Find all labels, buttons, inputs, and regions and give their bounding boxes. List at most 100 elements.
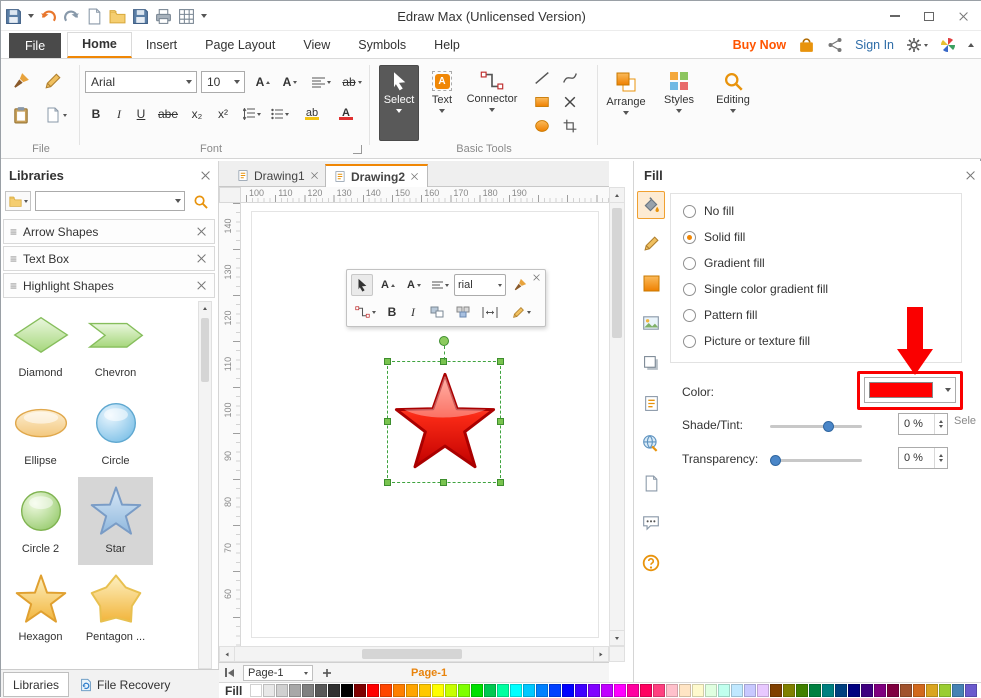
sidebar-shape-style-tool[interactable] xyxy=(639,271,663,295)
resize-handle[interactable] xyxy=(384,479,391,486)
palette-swatch[interactable] xyxy=(861,684,873,697)
delete-tool-button[interactable] xyxy=(557,91,583,113)
library-shape-diamond[interactable]: Diamond xyxy=(3,301,78,389)
palette-swatch[interactable] xyxy=(497,684,509,697)
font-dialog-launcher[interactable] xyxy=(353,145,362,154)
palette-swatch[interactable] xyxy=(302,684,314,697)
radio-icon[interactable] xyxy=(683,335,696,348)
mini-bold-button[interactable]: B xyxy=(382,301,402,323)
mini-align-button[interactable] xyxy=(428,274,452,296)
sidebar-line-tool[interactable] xyxy=(639,231,663,255)
mini-italic-button[interactable]: I xyxy=(404,301,422,323)
highlight-color-button[interactable]: ab xyxy=(297,103,327,125)
mini-shrink-font-button[interactable]: A xyxy=(402,274,426,296)
palette-swatch[interactable] xyxy=(458,684,470,697)
tab-page-layout[interactable]: Page Layout xyxy=(191,32,289,58)
mini-connector-button[interactable] xyxy=(351,301,379,323)
mini-format-painter-button[interactable] xyxy=(509,274,531,296)
sidebar-note-tool[interactable] xyxy=(639,391,663,415)
horizontal-scroll-thumb[interactable] xyxy=(362,649,462,659)
palette-swatch[interactable] xyxy=(289,684,301,697)
spin-up-icon[interactable] xyxy=(939,420,943,423)
gallery-scroll-thumb[interactable] xyxy=(201,318,209,382)
library-shape-circle-2[interactable]: Circle 2 xyxy=(3,477,78,565)
palette-swatch[interactable] xyxy=(536,684,548,697)
transparency-slider-thumb[interactable] xyxy=(770,455,781,466)
palette-swatch[interactable] xyxy=(965,684,977,697)
scroll-up-button[interactable] xyxy=(609,187,625,203)
connector-tool-button[interactable]: Connector xyxy=(463,65,521,141)
shade-value-spinner[interactable]: 0 % xyxy=(898,413,948,435)
collapse-ribbon-icon[interactable] xyxy=(968,43,974,47)
library-shape-hexagon[interactable]: Hexagon xyxy=(3,565,78,653)
document-tab-drawing1[interactable]: Drawing1 xyxy=(229,164,328,187)
format-painter-button[interactable] xyxy=(7,67,35,95)
floating-toolbar-close-button[interactable] xyxy=(530,271,543,284)
page-tab[interactable]: Page-1 xyxy=(243,665,313,681)
search-dropdown-icon[interactable] xyxy=(175,199,181,203)
resize-handle[interactable] xyxy=(384,358,391,365)
transparency-value-spinner[interactable]: 0 % xyxy=(898,447,948,469)
ellipse-tool-button[interactable] xyxy=(529,115,555,137)
palette-swatch[interactable] xyxy=(341,684,353,697)
palette-swatch[interactable] xyxy=(328,684,340,697)
palette-swatch[interactable] xyxy=(380,684,392,697)
library-search-input[interactable] xyxy=(36,193,175,209)
bottom-tab-file-recovery[interactable]: File Recovery xyxy=(75,672,195,697)
mini-shapes-button[interactable] xyxy=(425,301,449,323)
grow-font-button[interactable]: A xyxy=(251,71,275,93)
minimize-button[interactable] xyxy=(882,7,908,25)
palette-swatch[interactable] xyxy=(887,684,899,697)
fill-option-single-color-gradient[interactable]: Single color gradient fill xyxy=(683,278,828,300)
rectangle-tool-button[interactable] xyxy=(529,91,555,113)
italic-button[interactable]: I xyxy=(109,103,129,125)
radio-icon[interactable] xyxy=(683,257,696,270)
palette-swatch[interactable] xyxy=(666,684,678,697)
horizontal-scrollbar[interactable] xyxy=(219,646,609,662)
sidebar-hyperlink-tool[interactable] xyxy=(639,431,663,455)
document-tab-drawing2[interactable]: Drawing2 xyxy=(325,164,428,187)
copy-button[interactable] xyxy=(39,101,73,129)
settings-button[interactable] xyxy=(906,37,928,53)
sign-in-link[interactable]: Sign In xyxy=(855,38,894,52)
palette-swatch[interactable] xyxy=(874,684,886,697)
palette-swatch[interactable] xyxy=(354,684,366,697)
library-shape-circle[interactable]: Circle xyxy=(78,389,153,477)
paste-button[interactable] xyxy=(7,101,35,129)
palette-swatch[interactable] xyxy=(796,684,808,697)
section-close-icon[interactable] xyxy=(197,281,206,290)
resize-handle[interactable] xyxy=(440,479,447,486)
sidebar-comment-tool[interactable] xyxy=(639,511,663,535)
palette-swatch[interactable] xyxy=(809,684,821,697)
palette-swatch[interactable] xyxy=(575,684,587,697)
palette-swatch[interactable] xyxy=(315,684,327,697)
curve-tool-button[interactable] xyxy=(557,67,583,89)
tab-view[interactable]: View xyxy=(289,32,344,58)
tab-insert[interactable]: Insert xyxy=(132,32,191,58)
text-align-button[interactable] xyxy=(307,71,335,93)
palette-swatch[interactable] xyxy=(679,684,691,697)
palette-swatch[interactable] xyxy=(432,684,444,697)
tab-symbols[interactable]: Symbols xyxy=(344,32,420,58)
library-open-button[interactable] xyxy=(5,191,31,211)
palette-swatch[interactable] xyxy=(549,684,561,697)
scroll-down-button[interactable] xyxy=(609,630,625,646)
mini-font-combo[interactable]: rial xyxy=(454,274,506,296)
select-tool-button[interactable]: Select xyxy=(379,65,419,141)
mini-select-button[interactable] xyxy=(351,274,373,296)
close-tab-icon[interactable] xyxy=(311,172,318,179)
add-page-button[interactable] xyxy=(319,666,335,680)
bullet-list-button[interactable] xyxy=(267,103,293,125)
palette-swatch[interactable] xyxy=(744,684,756,697)
library-shape-partial-1[interactable] xyxy=(3,653,78,669)
palette-swatch[interactable] xyxy=(276,684,288,697)
font-family-combo[interactable]: Arial xyxy=(85,71,197,93)
palette-swatch[interactable] xyxy=(406,684,418,697)
editing-button[interactable]: Editing xyxy=(709,65,757,141)
text-tool-button[interactable]: A Text xyxy=(425,65,459,141)
styles-button[interactable]: Styles xyxy=(657,65,701,141)
scroll-right-button[interactable] xyxy=(593,646,609,662)
bold-button[interactable]: B xyxy=(85,103,107,125)
palette-swatch[interactable] xyxy=(367,684,379,697)
palette-swatch[interactable] xyxy=(263,684,275,697)
